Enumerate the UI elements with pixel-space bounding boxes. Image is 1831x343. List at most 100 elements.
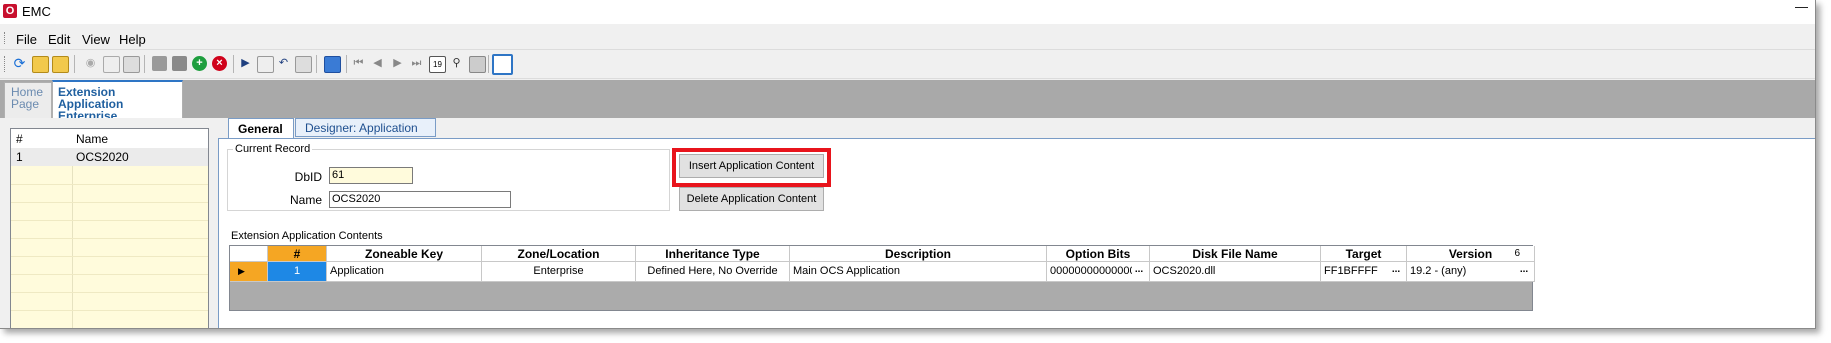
go-to-record-icon[interactable]: 19 [429,56,446,73]
copy-icon[interactable] [257,56,274,73]
option-bits-value: 0000000000000000 [1050,265,1132,277]
previous-record-icon[interactable]: ◀ [370,56,385,71]
grid-line [11,184,208,185]
menu-edit[interactable]: Edit [48,32,70,47]
menu-file[interactable]: File [16,32,37,47]
header-name: Name [76,132,109,146]
grid-line [11,292,208,293]
current-record-group: Current Record DbID 61 Name OCS2020 [227,143,670,211]
new-folder-icon[interactable] [32,56,49,73]
run-icon[interactable]: ▶ [238,56,253,71]
tab-extension-application[interactable]: Extension Application Enterprise [52,80,183,122]
next-record-icon[interactable]: ▶ [390,56,405,71]
open-folder-icon[interactable] [52,56,69,73]
cell-description[interactable]: Main OCS Application [790,262,1047,282]
header-version-label: Version [1448,247,1493,261]
detail-panel: General Designer: Application Current Re… [218,118,1815,328]
header-target[interactable]: Target [1321,246,1407,262]
grid-line [11,310,208,311]
header-num[interactable]: # [268,246,327,262]
header-row-selector [230,246,268,262]
oracle-logo-icon: O [3,4,17,18]
cell-target[interactable]: FF1BFFFF ... [1321,262,1407,282]
save-all-icon[interactable] [172,56,187,71]
header-num: # [16,132,23,146]
cell-zoneable-key[interactable]: Application [327,262,482,282]
delete-application-content-button[interactable]: Delete Application Content [679,187,824,211]
window-title: EMC [22,4,51,19]
delete-record-icon[interactable]: × [212,56,227,71]
tab-designer-application[interactable]: Designer: Application [295,118,436,137]
cell-version[interactable]: 19.2 - (any) ... [1407,262,1535,282]
header-version[interactable]: Version 6 [1407,246,1535,262]
cell-num[interactable]: 1 [268,262,327,282]
row-num: 1 [16,150,23,164]
grid-line [11,256,208,257]
name-field[interactable]: OCS2020 [329,191,511,208]
header-option-bits[interactable]: Option Bits [1047,246,1150,262]
toolbar-separator [316,55,317,73]
print-icon[interactable] [123,56,140,73]
add-record-icon[interactable]: + [192,56,207,71]
target-value: FF1BFFFF [1324,265,1378,277]
content-area: # Name 1 OCS2020 General Designer: Appli… [0,118,1815,328]
table-icon[interactable] [324,56,341,73]
record-list-grid[interactable]: # Name 1 OCS2020 [10,128,209,328]
save-icon[interactable] [152,56,167,71]
tab-general[interactable]: General [228,118,294,138]
header-description[interactable]: Description [790,246,1047,262]
current-record-label: Current Record [233,143,313,155]
target-ellipsis-button[interactable]: ... [1388,265,1404,278]
header-zoneable-key[interactable]: Zoneable Key [327,246,482,262]
cell-option-bits[interactable]: 0000000000000000 ... [1047,262,1150,282]
toolbar: ⟳ ◉ + × ▶ ↶ ⏮ ◀ ▶ ⏭ 19 ⚲ [0,49,1815,79]
toolbar-separator [144,55,145,73]
header-disk-file-name[interactable]: Disk File Name [1150,246,1321,262]
preview-icon[interactable] [103,56,120,73]
menu-help[interactable]: Help [119,32,146,47]
row-indicator-icon[interactable]: ▶ [230,262,268,282]
cell-disk-file-name[interactable]: OCS2020.dll [1150,262,1321,282]
last-record-icon[interactable]: ⏭ [409,56,424,71]
minimize-button[interactable]: — [1795,0,1809,16]
grid-line [11,238,208,239]
cell-zone-location[interactable]: Enterprise [482,262,636,282]
undo-icon[interactable]: ↶ [276,56,291,71]
toolbar-separator [346,55,347,73]
contents-grid[interactable]: # Zoneable Key Zone/Location Inheritance… [229,245,1535,311]
toolbar-separator [488,55,489,73]
version-ellipsis-button[interactable]: ... [1516,265,1532,278]
menu-grip [4,32,7,44]
first-record-icon[interactable]: ⏮ [351,56,366,71]
disabled-icon[interactable]: ◉ [83,56,98,71]
menu-bar: File Edit View Help [0,27,1815,49]
toolbar-grip [4,56,7,72]
tab-ext-line1: Extension Application [58,85,124,111]
dbid-label: DbID [294,170,322,184]
refresh-icon[interactable]: ⟳ [12,56,27,71]
grid-line [11,202,208,203]
menu-view[interactable]: View [82,32,110,47]
cell-inheritance-type[interactable]: Defined Here, No Override [636,262,790,282]
version-count: 6 [1514,248,1520,259]
list-item[interactable]: 1 OCS2020 [11,148,208,166]
toolbar-separator [74,55,75,73]
tab-home-page[interactable]: Home Page [4,82,52,118]
tab-home-line2: Page [11,97,40,111]
header-inheritance-type[interactable]: Inheritance Type [636,246,790,262]
grid-line [11,274,208,275]
grid-line [11,220,208,221]
filter-icon[interactable] [469,56,486,73]
insert-application-content-button[interactable]: Insert Application Content [679,154,824,178]
option-bits-ellipsis-button[interactable]: ... [1131,265,1147,278]
find-icon[interactable]: ⚲ [449,56,464,71]
grid-view-icon[interactable] [492,54,513,75]
version-value: 19.2 - (any) [1410,265,1467,277]
general-tab-body: Current Record DbID 61 Name OCS2020 Inse… [218,138,1815,328]
paste-icon[interactable] [295,56,312,73]
title-bar: O EMC — [0,0,1815,24]
dbid-field[interactable]: 61 [329,167,413,184]
contents-label: Extension Application Contents [231,230,383,242]
emc-window: O EMC — File Edit View Help ⟳ ◉ + × ▶ ↶ … [0,0,1816,329]
header-zone-location[interactable]: Zone/Location [482,246,636,262]
